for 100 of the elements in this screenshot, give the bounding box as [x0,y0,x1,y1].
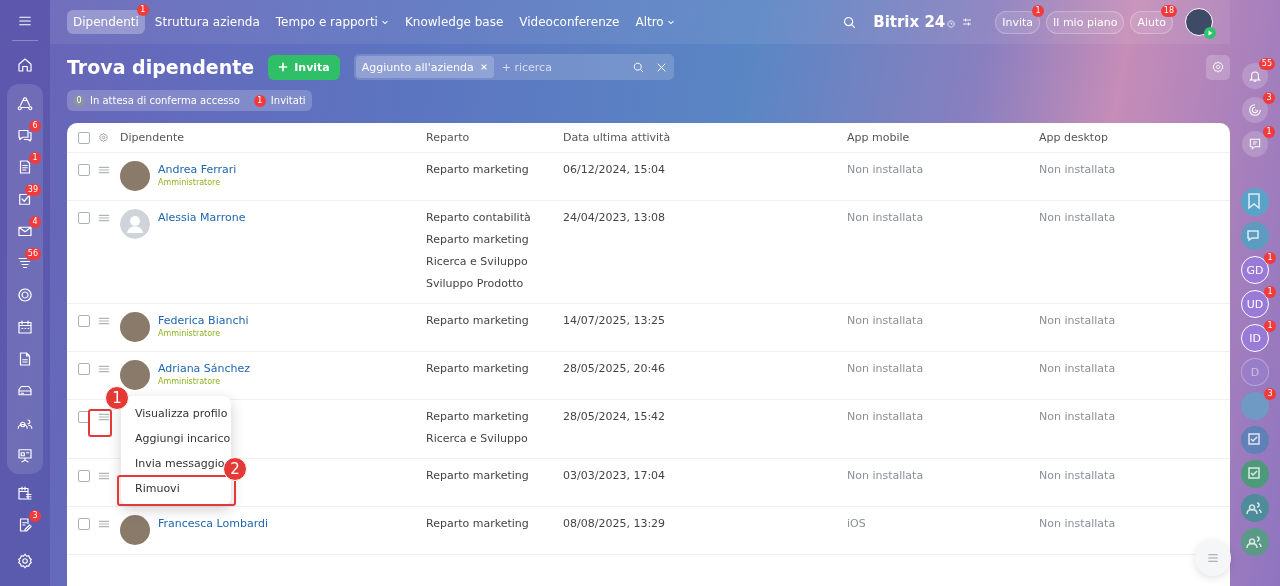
drag-handle-icon[interactable] [98,471,110,481]
contact-avatar[interactable]: UD [1241,290,1269,318]
notification-badge: 56 [24,248,41,260]
nav-tab[interactable]: Struttura azienda [148,10,266,34]
role-label: Amministratore [158,329,222,338]
spiral-icon[interactable] [1242,97,1268,123]
contact-avatar[interactable]: ID [1241,324,1269,352]
nav-tab[interactable]: Knowledge base [398,10,510,34]
drag-handle-icon[interactable] [98,165,110,175]
table-cell: Non installata [1039,211,1116,224]
people-icon[interactable] [1241,528,1269,556]
people-icon[interactable] [1241,494,1269,522]
settings-button[interactable] [1206,54,1230,80]
checkbox[interactable] [78,212,90,224]
drag-handle-icon[interactable] [98,412,110,422]
counter-link[interactable]: Invitati [270,95,306,106]
network-icon[interactable] [16,94,34,112]
drag-handle-icon[interactable] [98,364,110,374]
checkbox-icon[interactable] [1241,426,1269,454]
table-cell: Non installata [847,469,924,482]
checkbox[interactable] [78,470,90,482]
search-icon[interactable] [842,14,858,30]
caret-icon [666,18,675,26]
nav-tab[interactable]: Tempo e rapporti [269,10,395,34]
checkbox[interactable] [78,411,90,423]
logo[interactable]: Bitrix 24 [873,13,946,31]
notification-badge: 1 [1264,286,1276,298]
menu-item[interactable]: Aggiungi incarico [135,432,231,445]
department-cell-text: Reparto marketing [426,409,530,425]
header-button[interactable]: Il mio piano [1046,10,1125,34]
contact-avatar[interactable]: GD [1241,256,1269,284]
target-icon[interactable] [16,286,34,304]
column-header[interactable]: Dipendente [120,131,426,144]
role-label: Amministratore [158,178,222,187]
employee-name-link[interactable]: Andrea Ferrari [158,163,237,176]
department-cell-text: Reparto marketing [426,361,530,377]
invite-button[interactable]: Invita [268,54,340,80]
notification-badge: 1 [136,4,149,16]
chat-icon[interactable] [1242,131,1268,157]
table-cell: 03/03/2023, 17:04 [563,469,666,482]
nav-tab[interactable]: Videoconferenze [513,10,626,34]
counter-link[interactable]: In attesa di conferma accesso [90,95,240,106]
user-avatar[interactable] [1185,8,1213,36]
notification-badge: 1 [1263,126,1275,138]
calendar-list-icon[interactable] [16,484,34,502]
notification-badge: 3 [1264,388,1276,400]
menu-item[interactable]: Invia messaggio [135,457,225,470]
calendar-icon[interactable] [16,318,34,336]
column-header[interactable]: App mobile [847,131,1039,144]
search-icon[interactable] [631,60,645,74]
table-cell: 06/12/2024, 15:04 [563,163,666,176]
table-cell: Non installata [1039,314,1116,327]
checkbox[interactable] [78,315,90,327]
column-header[interactable]: App desktop [1039,131,1230,144]
notification-badge: 3 [29,510,41,522]
table-cell: iOS [847,517,866,530]
close-icon[interactable] [479,63,488,71]
nav-tab[interactable]: Altro [629,10,681,34]
column-header[interactable]: Data ultima attività [563,131,847,144]
department-cell-text: Reparto contabilità [426,210,532,226]
chat-avatar-icon[interactable] [1241,222,1269,250]
sliders-icon[interactable] [961,16,974,28]
employee-name-link[interactable]: Federica Bianchi [158,314,249,327]
contact-avatar[interactable]: D [1241,358,1269,386]
notification-badge: 3 [1263,92,1275,104]
table-cell: Non installata [1039,469,1116,482]
gear-icon [1211,60,1225,74]
drag-handle-icon[interactable] [98,316,110,326]
table-cell: Non installata [847,211,924,224]
settings-icon[interactable] [16,552,34,570]
checkbox-icon[interactable] [1241,460,1269,488]
checkbox[interactable] [78,363,90,375]
notification-badge: 6 [29,120,41,132]
home-icon[interactable] [16,56,34,74]
presentation-icon[interactable] [16,446,34,464]
filter-chip[interactable]: Aggiunto all'azienda [355,56,494,78]
count-badge: 1 [253,94,266,107]
checkbox[interactable] [78,131,90,144]
menu-item[interactable]: Visualizza profilo [135,407,228,420]
checkbox[interactable] [78,164,90,176]
notification-badge: 1 [1264,252,1276,264]
table-cell: Non installata [1039,410,1116,423]
employee-name-link[interactable]: Francesca Lombardi [158,517,269,530]
clock-icon [947,20,956,28]
table-cell: Non installata [1039,163,1116,176]
menu-item[interactable]: Rimuovi [135,482,180,495]
department-cell-text: Ricerca e Sviluppo [426,254,529,270]
checkbox[interactable] [78,518,90,530]
table-cell: 28/05/2024, 15:42 [563,410,666,423]
employee-name-link[interactable]: Adriana Sánchez [158,362,251,375]
role-label: Amministratore [158,377,222,386]
column-header[interactable]: Reparto [426,131,563,144]
employee-name-link[interactable]: Alessia Marrone [158,211,246,224]
department-cell-text: Reparto marketing [426,468,530,484]
drag-handle-icon[interactable] [98,213,110,223]
notification-badge: 55 [1258,58,1275,70]
bookmark-icon[interactable] [1241,188,1269,216]
search-field[interactable]: Aggiunto all'azienda + ricerca [353,54,674,80]
table-cell: 08/08/2025, 13:29 [563,517,666,530]
drag-handle-icon[interactable] [98,519,110,529]
